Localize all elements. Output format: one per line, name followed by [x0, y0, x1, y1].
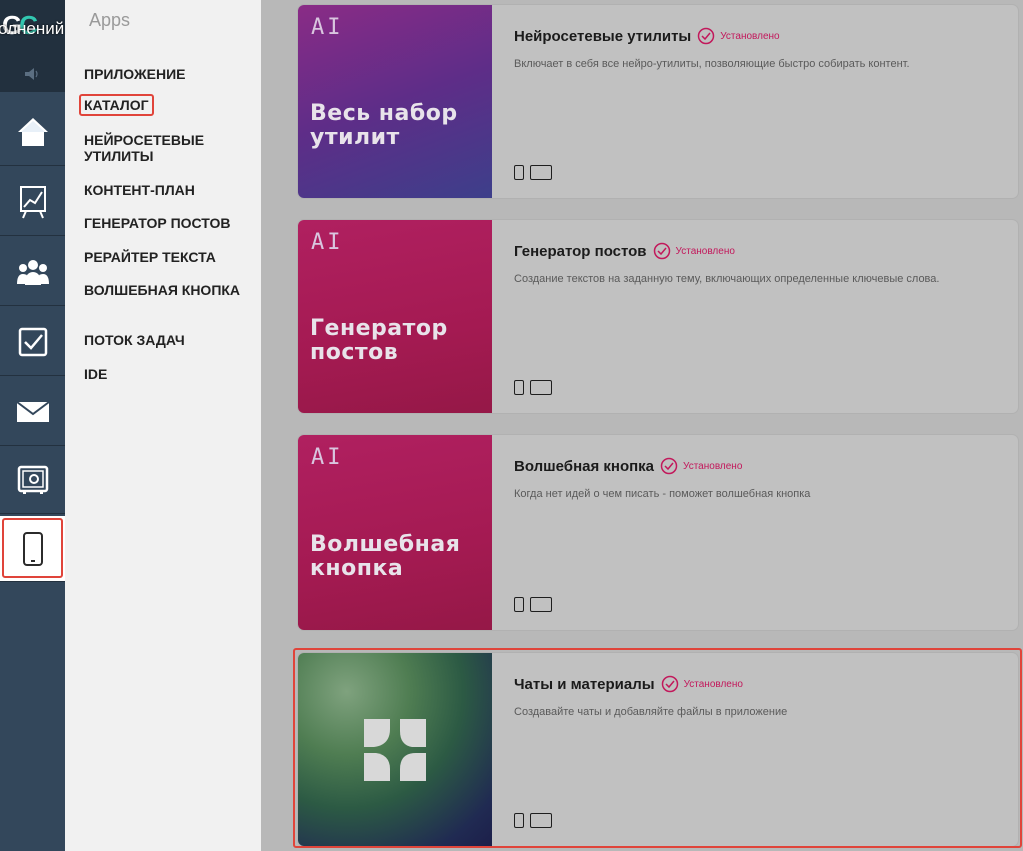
home-icon [17, 117, 48, 146]
subnav-item-ide[interactable]: IDE [84, 366, 256, 382]
subnav-item-task-flow[interactable]: ПОТОК ЗАДАЧ [84, 332, 256, 348]
subnav-item-text-rewriter[interactable]: РЕРАЙТЕР ТЕКСТА [84, 249, 256, 265]
catalog-card[interactable]: AI Волшебная кнопка Волшебная кнопка Уст… [297, 434, 1019, 631]
card-description: Создание текстов на заданную тему, включ… [514, 273, 940, 285]
tasks-icon [18, 327, 47, 356]
catalog-card[interactable]: AI Генератор постов Генератор постов Уст… [297, 219, 1019, 414]
check-circle-icon [653, 242, 670, 260]
check-circle-icon [698, 27, 715, 45]
cover-text: Волшебная кнопка [310, 532, 461, 581]
ai-badge: AI [311, 15, 344, 40]
card-description: Включает в себя все нейро-утилиты, позво… [514, 58, 910, 70]
rail-stats[interactable] [0, 168, 65, 236]
speaker-icon[interactable] [23, 67, 41, 81]
rail-users[interactable] [0, 238, 65, 306]
phone-icon [514, 597, 524, 612]
phone-icon [514, 165, 524, 180]
device-icons [514, 380, 552, 395]
rail-tasks[interactable] [0, 308, 65, 376]
ai-badge: AI [311, 230, 344, 255]
device-icons [514, 597, 552, 612]
device-icons [514, 165, 552, 180]
card-cover: AI Волшебная кнопка [298, 435, 492, 630]
subnav-item-app[interactable]: ПРИЛОЖЕНИЕ [84, 66, 256, 82]
subnav-item-content-plan[interactable]: КОНТЕНТ-ПЛАН [84, 182, 256, 198]
cover-text: Весь набор утилит [310, 101, 458, 150]
subnav-item-catalog[interactable]: КАТАЛОГ [79, 94, 154, 116]
card-info: Волшебная кнопка Установлено Когда нет и… [514, 435, 1008, 630]
tablet-icon [530, 165, 552, 180]
highlight-box-card [293, 648, 1022, 848]
tablet-icon [530, 380, 552, 395]
overlay-text: олнений [0, 19, 65, 38]
icon-rail: GC олнений [0, 0, 65, 851]
check-circle-icon [660, 457, 678, 475]
card-title-row: Волшебная кнопка Установлено [514, 457, 742, 475]
catalog-card[interactable]: AI Весь набор утилит Нейросетевые утилит… [297, 4, 1019, 199]
phone-icon [514, 380, 524, 395]
users-icon [16, 259, 49, 285]
subnav-item-neural-utils[interactable]: НЕЙРОСЕТЕВЫЕ УТИЛИТЫ [84, 132, 256, 164]
card-info: Нейросетевые утилиты Установлено Включае… [514, 5, 1008, 198]
card-title-row: Генератор постов Установлено [514, 242, 735, 260]
status-badge: Установлено [683, 460, 743, 472]
highlight-box-rail [2, 518, 63, 578]
rail-mail[interactable] [0, 378, 65, 446]
tablet-icon [530, 597, 552, 612]
card-title-row: Нейросетевые утилиты Установлено [514, 27, 780, 45]
card-cover: AI Генератор постов [298, 220, 492, 413]
safe-icon [17, 465, 48, 494]
subnav-item-magic-button[interactable]: ВОЛШЕБНАЯ КНОПКА [84, 282, 256, 298]
ai-badge: AI [311, 445, 344, 470]
chart-icon [19, 185, 46, 218]
cover-text: Генератор постов [310, 316, 448, 365]
subnav-title: Apps [89, 10, 131, 30]
catalog-list: AI Весь набор утилит Нейросетевые утилит… [261, 0, 1023, 851]
status-badge: Установлено [675, 245, 735, 257]
status-badge: Установлено [720, 30, 780, 42]
rail-header: GC [0, 0, 65, 92]
card-description: Когда нет идей о чем писать - поможет во… [514, 488, 811, 500]
rail-home[interactable] [0, 98, 65, 166]
subnav-item-post-generator[interactable]: ГЕНЕРАТОР ПОСТОВ [84, 215, 256, 231]
rail-storage[interactable] [0, 446, 65, 514]
card-info: Генератор постов Установлено Создание те… [514, 220, 1008, 413]
card-title[interactable]: Волшебная кнопка [514, 458, 654, 475]
card-cover: AI Весь набор утилит [298, 5, 492, 198]
mail-icon [15, 400, 50, 422]
apps-subnav: Apps ПРИЛОЖЕНИЕ КАТАЛОГ НЕЙРОСЕТЕВЫЕ УТИ… [65, 0, 261, 851]
card-title[interactable]: Нейросетевые утилиты [514, 28, 691, 45]
card-title[interactable]: Генератор постов [514, 243, 647, 260]
